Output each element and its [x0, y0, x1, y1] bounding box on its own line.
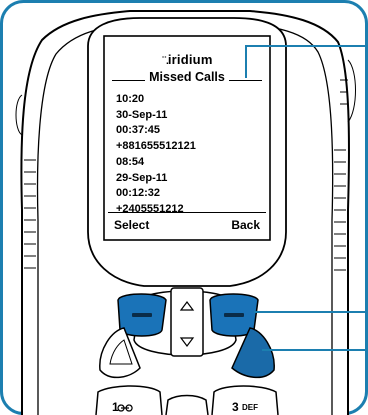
missed-call-list: 10:20 30-Sep-11 00:37:45 +881655512121 0… [116, 92, 196, 218]
key-3-label: 3 [232, 400, 239, 414]
screen-title: Missed Calls [106, 70, 268, 84]
list-item[interactable]: 08:54 [116, 155, 196, 171]
softkey-right-dash [224, 313, 244, 317]
brand-name: iridium [167, 52, 213, 67]
list-item[interactable]: +881655512121 [116, 139, 196, 155]
list-item[interactable]: 29-Sep-11 [116, 171, 196, 187]
list-item[interactable]: 10:20 [116, 92, 196, 108]
brand-logo: ˙˙.iridium [106, 52, 268, 67]
softkey-back-label[interactable]: Back [231, 218, 260, 232]
phone-screen: ˙˙.iridium Missed Calls 10:20 30-Sep-11 … [106, 38, 268, 238]
list-item[interactable]: 30-Sep-11 [116, 108, 196, 124]
key-2-button[interactable] [165, 394, 209, 415]
key-3-letters: DEF [242, 403, 258, 412]
softkey-left-dash [132, 313, 152, 317]
list-item[interactable]: +2405551212 [116, 202, 196, 218]
softkey-divider [108, 212, 266, 213]
list-item[interactable]: 00:12:32 [116, 186, 196, 202]
list-item[interactable]: 00:37:45 [116, 123, 196, 139]
softkey-select-label[interactable]: Select [114, 218, 149, 232]
